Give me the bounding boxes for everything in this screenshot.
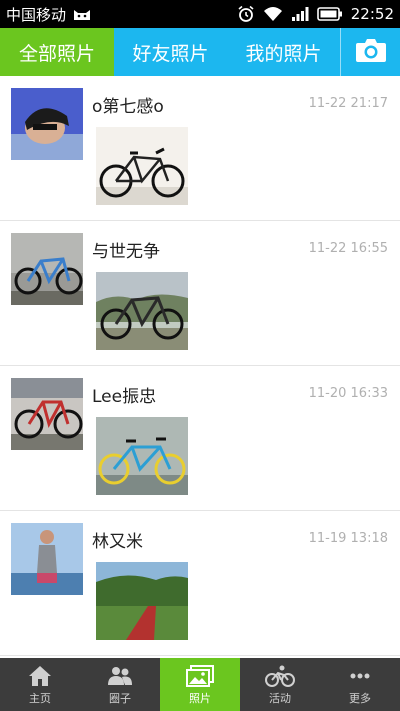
camera-icon (355, 37, 387, 68)
people-icon (107, 665, 133, 690)
post-time: 11-22 16:55 (308, 241, 388, 256)
nav-more-label: 更多 (349, 691, 371, 705)
carrier-label: 中国移动 (6, 5, 67, 24)
nav-activity[interactable]: 活动 (240, 658, 320, 711)
photos-icon (186, 664, 214, 690)
photo-tabs: 全部照片 好友照片 我的照片 (0, 28, 400, 76)
wifi-icon (263, 6, 283, 22)
feed-post[interactable]: 与世无争 11-22 16:55 (0, 221, 400, 366)
user-avatar[interactable] (11, 233, 83, 305)
alarm-icon (237, 5, 255, 23)
nav-activity-label: 活动 (269, 691, 291, 705)
nav-photos[interactable]: 照片 (160, 658, 240, 711)
cyclist-icon (265, 665, 295, 690)
post-photo[interactable] (96, 417, 188, 495)
feed-post[interactable]: o第七感o 11-22 21:17 (0, 76, 400, 221)
post-time: 11-22 21:17 (308, 96, 388, 111)
nav-more[interactable]: 更多 (320, 658, 400, 711)
post-username[interactable]: Lee振忠 (92, 382, 156, 407)
feed-post[interactable]: 林又米 11-19 13:18 (0, 511, 400, 656)
battery-icon (316, 7, 343, 21)
post-photo[interactable] (96, 127, 188, 205)
tab-all-photos[interactable]: 全部照片 (0, 28, 114, 76)
user-avatar[interactable] (11, 88, 83, 160)
photo-feed: o第七感o 11-22 21:17 与世无争 11-22 16:55 Lee振忠… (0, 76, 400, 658)
post-photo[interactable] (96, 562, 188, 640)
status-bar: 中国移动 22:52 (0, 0, 400, 28)
nav-home[interactable]: 主页 (0, 658, 80, 711)
post-time: 11-20 16:33 (308, 386, 388, 401)
bottom-navigation: 主页 圈子 照片 活动 更多 (0, 658, 400, 711)
nav-photos-label: 照片 (189, 691, 211, 705)
post-photo[interactable] (96, 272, 188, 350)
nav-circle-label: 圈子 (109, 691, 131, 705)
clock-time: 22:52 (350, 5, 394, 23)
nav-home-label: 主页 (29, 691, 51, 705)
home-icon (28, 665, 52, 690)
cat-icon (72, 6, 92, 22)
feed-post[interactable]: Lee振忠 11-20 16:33 (0, 366, 400, 511)
tab-my-photos[interactable]: 我的照片 (227, 28, 340, 76)
post-username[interactable]: 与世无争 (92, 237, 160, 262)
post-username[interactable]: o第七感o (92, 92, 164, 117)
nav-circle[interactable]: 圈子 (80, 658, 160, 711)
camera-button[interactable] (340, 28, 400, 76)
post-username[interactable]: 林又米 (92, 527, 143, 552)
tab-friend-photos[interactable]: 好友照片 (114, 28, 227, 76)
more-icon (348, 665, 372, 690)
signal-icon (291, 6, 309, 22)
user-avatar[interactable] (11, 523, 83, 595)
user-avatar[interactable] (11, 378, 83, 450)
post-time: 11-19 13:18 (308, 531, 388, 546)
